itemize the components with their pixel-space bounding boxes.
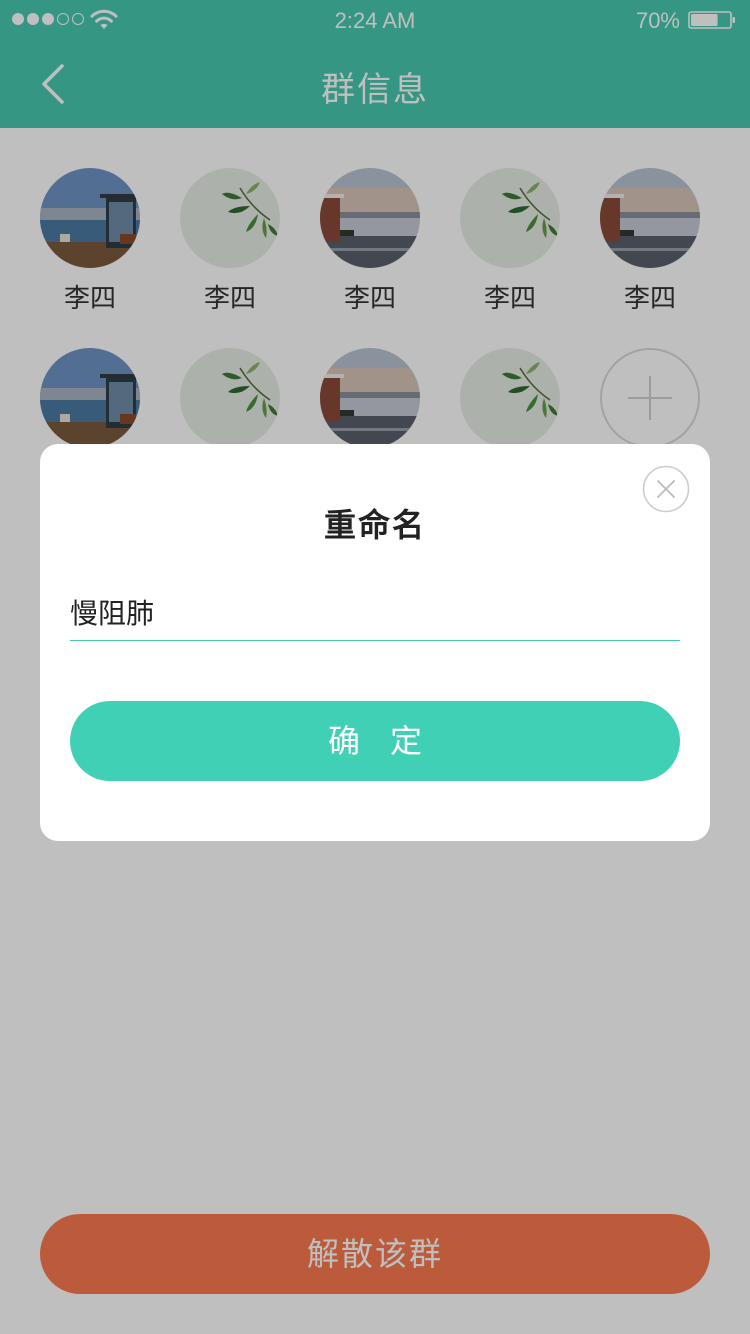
rename-dialog: 重命名 确定 [40,444,710,841]
group-name-input[interactable] [70,584,680,641]
confirm-button[interactable]: 确定 [70,701,680,781]
dialog-title: 重命名 [323,506,426,544]
